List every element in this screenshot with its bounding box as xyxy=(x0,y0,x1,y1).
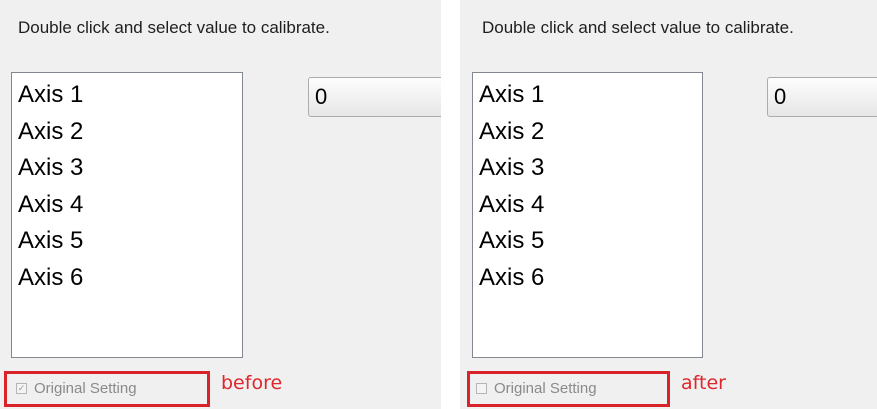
axis-list-item[interactable]: Axis 6 xyxy=(477,260,702,297)
calibration-panel-before: Double click and select value to calibra… xyxy=(0,0,441,409)
comparison-stage: Double click and select value to calibra… xyxy=(0,0,877,409)
annotation-before: before xyxy=(221,372,283,394)
axis-list-item[interactable]: Axis 1 xyxy=(477,77,702,114)
annotation-after: after xyxy=(681,372,726,394)
instruction-text: Double click and select value to calibra… xyxy=(18,18,330,37)
calibration-panel-after: Double click and select value to calibra… xyxy=(460,0,877,409)
axis-list-item[interactable]: Axis 3 xyxy=(16,150,242,187)
axis-list-item[interactable]: Axis 1 xyxy=(16,77,242,114)
axis-list-item[interactable]: Axis 5 xyxy=(16,223,242,260)
highlight-box xyxy=(467,371,670,407)
axis-listbox[interactable]: Axis 1 Axis 2 Axis 3 Axis 4 Axis 5 Axis … xyxy=(472,72,703,358)
calibration-value-field[interactable]: 0 xyxy=(767,77,877,117)
highlight-box xyxy=(4,371,210,407)
axis-listbox[interactable]: Axis 1 Axis 2 Axis 3 Axis 4 Axis 5 Axis … xyxy=(11,72,243,358)
axis-list-item[interactable]: Axis 4 xyxy=(477,187,702,224)
axis-list-item[interactable]: Axis 2 xyxy=(477,114,702,151)
axis-list-item[interactable]: Axis 3 xyxy=(477,150,702,187)
calibration-value-field[interactable]: 0 xyxy=(308,77,441,117)
instruction-text: Double click and select value to calibra… xyxy=(482,18,794,37)
axis-list-item[interactable]: Axis 5 xyxy=(477,223,702,260)
axis-list-item[interactable]: Axis 2 xyxy=(16,114,242,151)
axis-list-item[interactable]: Axis 4 xyxy=(16,187,242,224)
axis-list-item[interactable]: Axis 6 xyxy=(16,260,242,297)
